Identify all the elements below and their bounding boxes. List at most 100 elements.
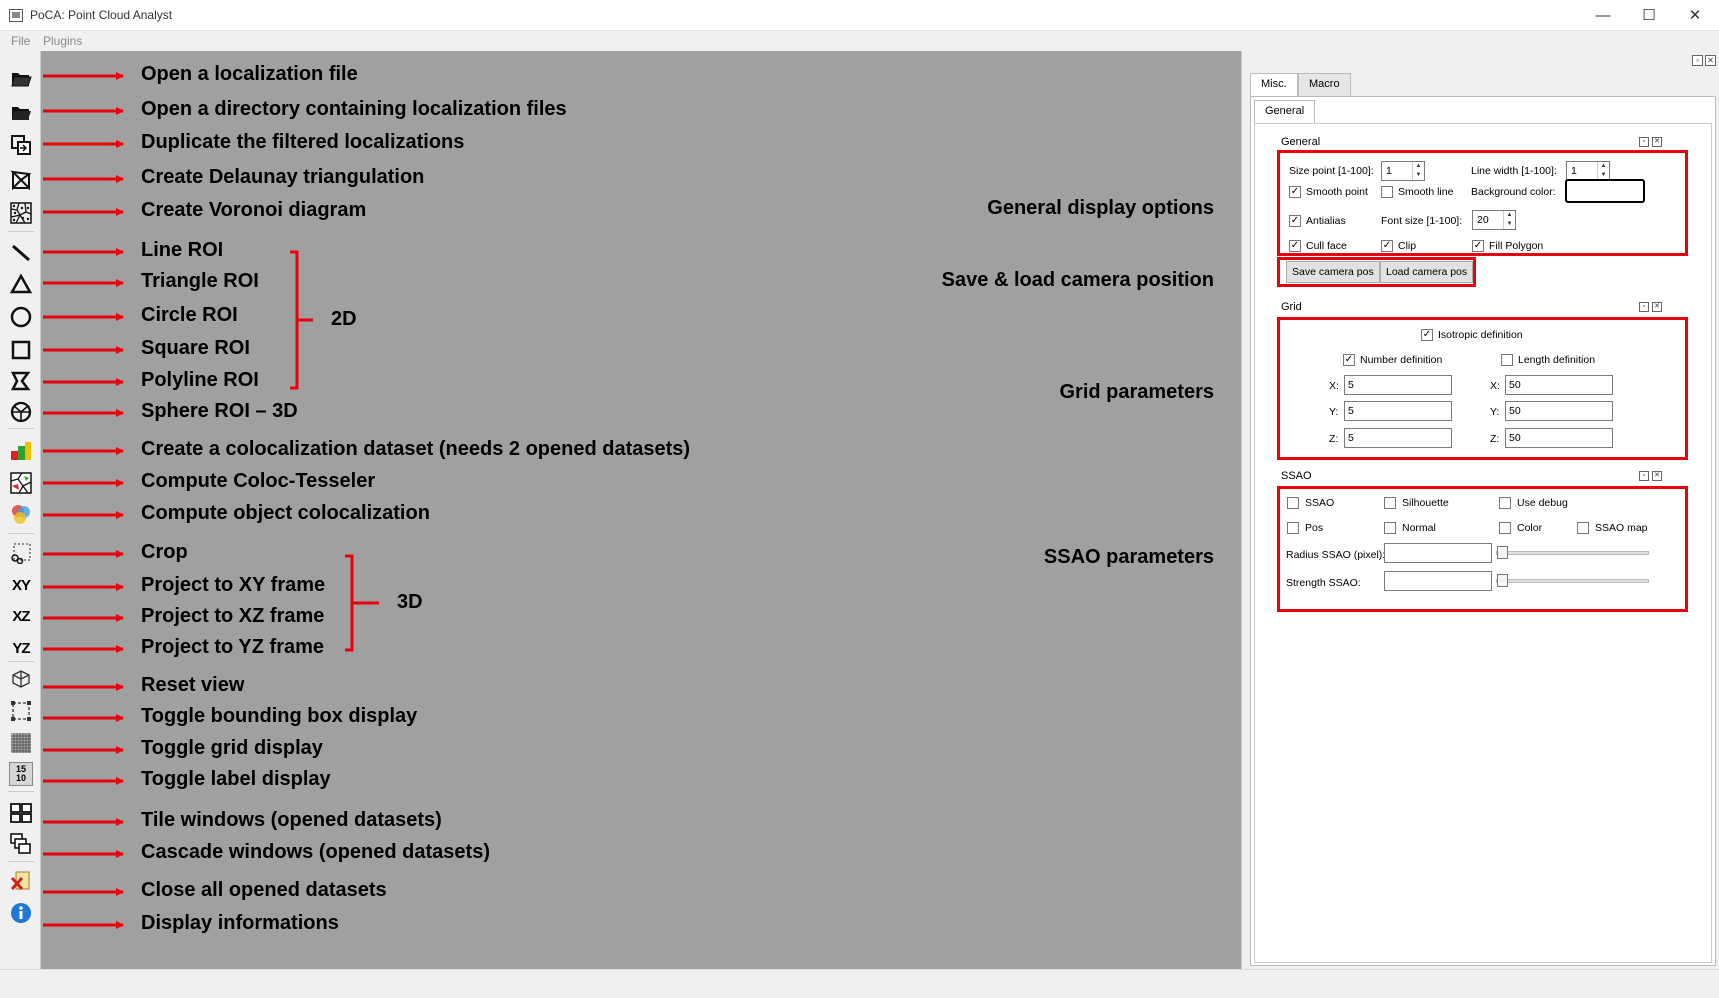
- polyline-roi-icon[interactable]: [9, 369, 33, 393]
- color-checkbox[interactable]: [1499, 522, 1511, 534]
- use-debug-label: Use debug: [1517, 497, 1568, 509]
- toolbar-annotation-label: Compute object colocalization: [141, 502, 430, 524]
- project-xz-icon[interactable]: XZ: [9, 604, 33, 628]
- ssao-map-label: SSAO map: [1595, 522, 1648, 534]
- ssao-checkbox[interactable]: [1287, 497, 1299, 509]
- grid-length-x-input[interactable]: 50: [1505, 375, 1613, 395]
- bounding-box-icon[interactable]: [9, 699, 33, 723]
- grid-length-y-input[interactable]: 50: [1505, 401, 1613, 421]
- isotropic-label: Isotropic definition: [1438, 329, 1523, 341]
- toolbar-annotation-label: Sphere ROI – 3D: [141, 400, 298, 422]
- smooth-line-checkbox[interactable]: [1381, 186, 1393, 198]
- size-point-spinbox[interactable]: 1 ▲ ▼: [1381, 161, 1425, 181]
- info-icon[interactable]: [9, 901, 33, 925]
- length-definition-checkbox[interactable]: [1501, 354, 1513, 366]
- font-size-spinbox[interactable]: 20 ▲ ▼: [1472, 210, 1516, 230]
- open-file-icon[interactable]: [9, 66, 33, 90]
- status-bar: [0, 969, 1719, 998]
- toolbar-annotation-label: Close all opened datasets: [141, 879, 387, 901]
- grid-number-y-input[interactable]: 5: [1344, 401, 1452, 421]
- grid-number-z-input[interactable]: 5: [1344, 428, 1452, 448]
- smooth-point-label: Smooth point: [1306, 186, 1368, 198]
- normal-checkbox[interactable]: [1384, 522, 1396, 534]
- object-colocalization-icon[interactable]: [9, 502, 33, 526]
- toolbar-annotation-label: Open a directory containing localization…: [141, 98, 567, 120]
- group-label-2d: 2D: [331, 308, 357, 330]
- antialias-checkbox[interactable]: ✓: [1289, 215, 1301, 227]
- central-view-area: Open a localization file Open a directory…: [41, 51, 1241, 969]
- number-definition-label: Number definition: [1360, 354, 1443, 366]
- fill-polygon-checkbox[interactable]: ✓: [1472, 240, 1484, 252]
- radius-ssao-slider-handle[interactable]: [1497, 546, 1508, 559]
- general-float-icon[interactable]: ▫: [1639, 137, 1649, 147]
- open-directory-icon[interactable]: [9, 100, 33, 124]
- project-xy-icon[interactable]: XY: [9, 573, 33, 597]
- toolbar-annotation-label: Triangle ROI: [141, 270, 259, 292]
- dock-close-icon[interactable]: ✕: [1705, 55, 1716, 66]
- tile-windows-icon[interactable]: [9, 801, 33, 825]
- maximize-button[interactable]: ☐: [1626, 0, 1672, 31]
- pos-checkbox[interactable]: [1287, 522, 1299, 534]
- smooth-point-checkbox[interactable]: ✓: [1289, 186, 1301, 198]
- clip-label: Clip: [1398, 240, 1417, 252]
- menu-plugins[interactable]: Plugins: [43, 34, 82, 48]
- line-roi-icon[interactable]: [9, 241, 33, 265]
- square-roi-icon[interactable]: [9, 338, 33, 362]
- project-yz-icon[interactable]: YZ: [9, 636, 33, 660]
- use-debug-checkbox[interactable]: [1499, 497, 1511, 509]
- grid-close-icon[interactable]: ✕: [1652, 302, 1662, 312]
- ssao-float-icon[interactable]: ▫: [1639, 471, 1649, 481]
- toolbar-annotation-label: Project to XY frame: [141, 574, 326, 596]
- menu-bar: File Plugins: [0, 31, 1719, 51]
- tab-misc[interactable]: Misc.: [1250, 73, 1298, 97]
- general-section-title: General: [1281, 136, 1321, 148]
- circle-roi-icon[interactable]: [9, 305, 33, 329]
- strength-ssao-input[interactable]: [1384, 571, 1492, 591]
- delaunay-icon[interactable]: [9, 168, 33, 192]
- load-camera-button[interactable]: Load camera pos: [1380, 261, 1474, 283]
- triangle-roi-icon[interactable]: [9, 272, 33, 296]
- size-point-label: Size point [1-100]:: [1289, 165, 1374, 177]
- grid-display-icon[interactable]: [9, 731, 33, 755]
- sphere-roi-icon[interactable]: [9, 400, 33, 424]
- strength-ssao-slider-track[interactable]: [1496, 579, 1649, 583]
- ssao-label: SSAO: [1305, 497, 1335, 509]
- voronoi-icon[interactable]: [9, 201, 33, 225]
- grid-length-z-input[interactable]: 50: [1505, 428, 1613, 448]
- ssao-map-checkbox[interactable]: [1577, 522, 1589, 534]
- toolbar-annotation-label: Toggle label display: [141, 768, 331, 790]
- general-close-icon[interactable]: ✕: [1652, 137, 1662, 147]
- tab-macro[interactable]: Macro: [1298, 73, 1351, 96]
- cull-face-checkbox[interactable]: ✓: [1289, 240, 1301, 252]
- close-button[interactable]: ✕: [1672, 0, 1718, 31]
- radius-ssao-slider-track[interactable]: [1496, 551, 1649, 555]
- radius-ssao-input[interactable]: [1384, 543, 1492, 563]
- label-display-icon[interactable]: 15 10: [9, 762, 33, 786]
- clip-checkbox[interactable]: ✓: [1381, 240, 1393, 252]
- grid-number-x-input[interactable]: 5: [1344, 375, 1452, 395]
- isotropic-checkbox[interactable]: ✓: [1421, 329, 1433, 341]
- background-color-swatch[interactable]: [1565, 179, 1645, 203]
- grid-float-icon[interactable]: ▫: [1639, 302, 1649, 312]
- misc-tab-page: General General ▫ ✕ Size point [1-100]: …: [1250, 96, 1716, 966]
- menu-file[interactable]: File: [11, 34, 30, 48]
- minimize-button[interactable]: —: [1580, 0, 1626, 31]
- line-width-spinbox[interactable]: 1 ▲ ▼: [1566, 161, 1610, 181]
- dock-float-icon[interactable]: ▫: [1692, 55, 1703, 66]
- silhouette-label: Silhouette: [1402, 497, 1449, 509]
- duplicate-icon[interactable]: [9, 133, 33, 157]
- reset-view-icon[interactable]: [9, 667, 33, 691]
- strength-ssao-slider-handle[interactable]: [1497, 574, 1508, 587]
- toolbar-annotation-label: Circle ROI: [141, 304, 238, 326]
- crop-icon[interactable]: [9, 541, 33, 565]
- colocalization-dataset-icon[interactable]: [9, 439, 33, 463]
- number-definition-checkbox[interactable]: ✓: [1343, 354, 1355, 366]
- coloc-tesseler-icon[interactable]: [9, 471, 33, 495]
- ssao-close-icon[interactable]: ✕: [1652, 471, 1662, 481]
- close-datasets-icon[interactable]: [9, 869, 33, 893]
- grid-section-title: Grid: [1281, 301, 1302, 313]
- save-camera-button[interactable]: Save camera pos: [1286, 261, 1380, 283]
- subtab-general[interactable]: General: [1254, 100, 1316, 123]
- silhouette-checkbox[interactable]: [1384, 497, 1396, 509]
- cascade-windows-icon[interactable]: [9, 832, 33, 856]
